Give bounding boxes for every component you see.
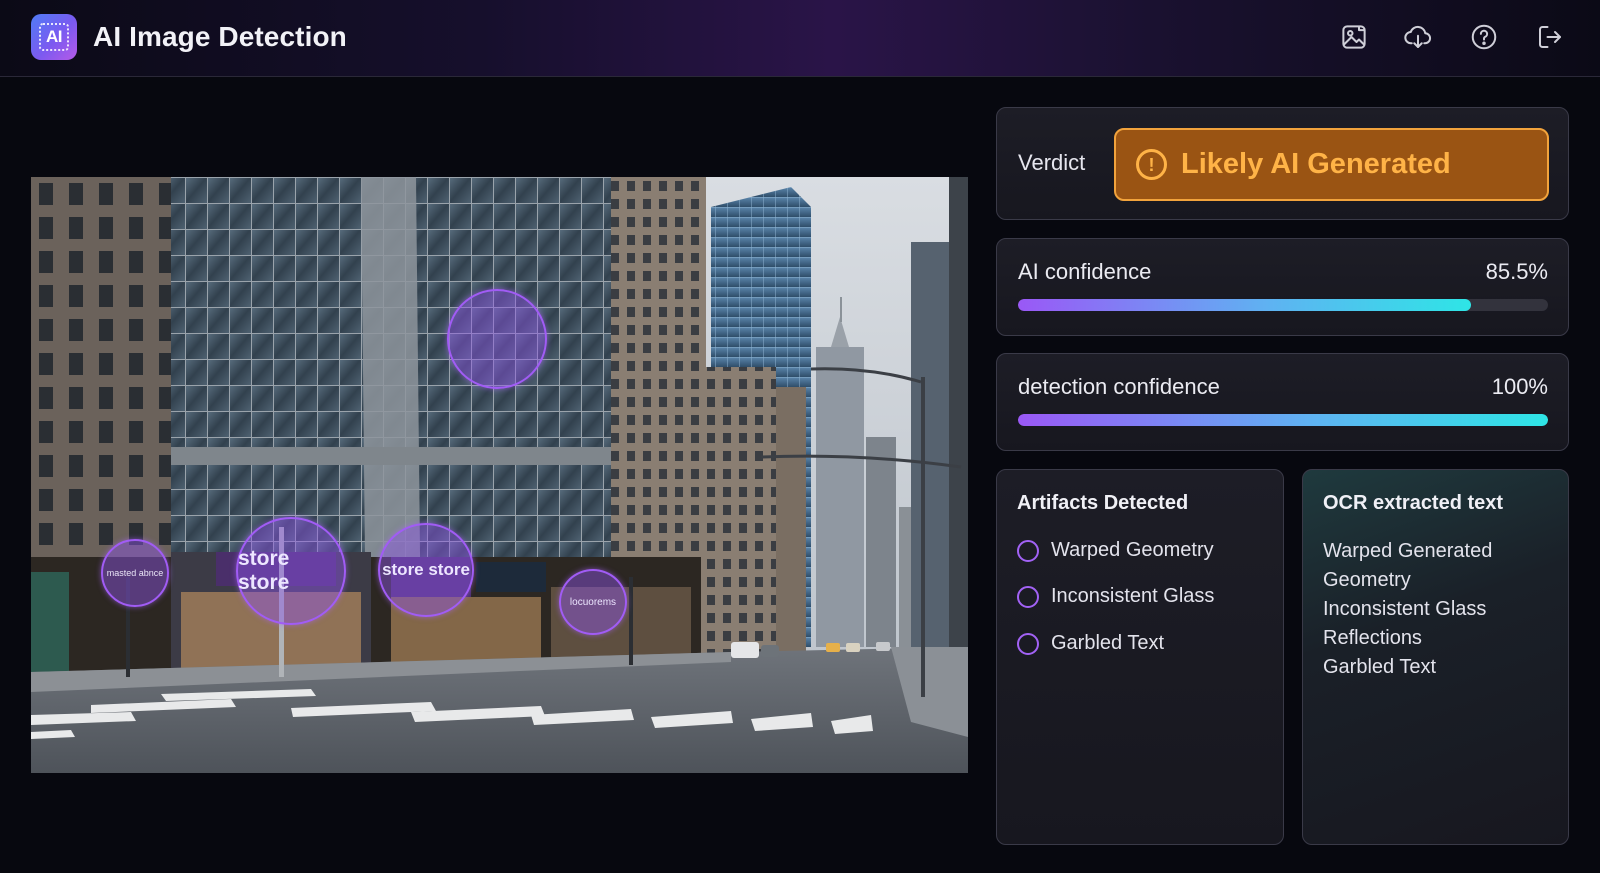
ocr-line: Reflections (1323, 627, 1422, 649)
top-bar: AI AI Image Detection (0, 0, 1600, 77)
artifact-item[interactable]: Garbled Text (1017, 632, 1164, 655)
verdict-badge: ! Likely AI Generated (1114, 128, 1549, 201)
ocr-line: Geometry (1323, 569, 1411, 591)
verdict-label: Verdict (1018, 150, 1086, 175)
detection-confidence-label: detection confidence (1018, 374, 1220, 399)
ai-confidence-bar (1018, 299, 1472, 311)
artifact-label: Warped Geometry (1051, 539, 1214, 561)
image-icon[interactable] (1337, 20, 1371, 54)
help-icon[interactable] (1467, 20, 1501, 54)
cloud-download-icon[interactable] (1401, 20, 1435, 54)
detection-confidence-track (1018, 414, 1548, 426)
radio-icon[interactable] (1017, 632, 1039, 655)
ocr-text: Warped Generated Geometry Inconsistent G… (1323, 537, 1553, 682)
app-title: AI Image Detection (93, 21, 347, 52)
artifacts-title: Artifacts Detected (1017, 492, 1189, 514)
analyzed-image: masted abnce store store store store loc… (31, 177, 968, 773)
ocr-line: Inconsistent Glass (1323, 598, 1487, 620)
artifact-item[interactable]: Warped Geometry (1017, 539, 1214, 562)
marker-label: store store (382, 560, 470, 579)
verdict-panel: Verdict ! Likely AI Generated (996, 107, 1569, 220)
marker-label: locuorems (569, 596, 617, 608)
radio-icon[interactable] (1017, 585, 1039, 608)
detection-confidence-value: 100% (1491, 374, 1548, 399)
artifact-label: Inconsistent Glass (1051, 585, 1215, 607)
ocr-title: OCR extracted text (1323, 492, 1504, 514)
ai-confidence-value: 85.5% (1485, 259, 1548, 284)
radio-icon[interactable] (1017, 539, 1039, 562)
logout-icon[interactable] (1533, 20, 1567, 54)
ai-confidence-panel: AI confidence 85.5% (996, 238, 1569, 336)
marker-label: store store (238, 547, 290, 594)
ai-confidence-track (1018, 299, 1548, 311)
marker-label: masted abnce (106, 568, 164, 578)
detection-confidence-bar (1018, 414, 1548, 426)
ocr-line: Warped Generated (1323, 540, 1493, 562)
app-logo: AI (31, 14, 77, 60)
artifact-marker[interactable] (447, 289, 547, 389)
artifact-item[interactable]: Inconsistent Glass (1017, 585, 1214, 608)
artifact-marker[interactable]: store store (378, 523, 474, 617)
alert-icon: ! (1136, 149, 1167, 180)
detection-confidence-panel: detection confidence 100% (996, 353, 1569, 451)
artifact-marker[interactable]: masted abnce (101, 539, 169, 607)
ocr-panel: OCR extracted text Warped Generated Geom… (1302, 469, 1569, 845)
ai-confidence-label: AI confidence (1018, 259, 1152, 284)
ocr-line: Garbled Text (1323, 656, 1437, 678)
artifact-marker[interactable]: locuorems (559, 569, 627, 635)
ai-logo-icon: AI (39, 23, 69, 51)
verdict-value: Likely AI Generated (1181, 148, 1451, 180)
artifact-marker[interactable]: store store (236, 517, 346, 625)
artifacts-panel: Artifacts Detected Warped Geometry Incon… (996, 469, 1284, 845)
artifact-label: Garbled Text (1051, 632, 1165, 654)
